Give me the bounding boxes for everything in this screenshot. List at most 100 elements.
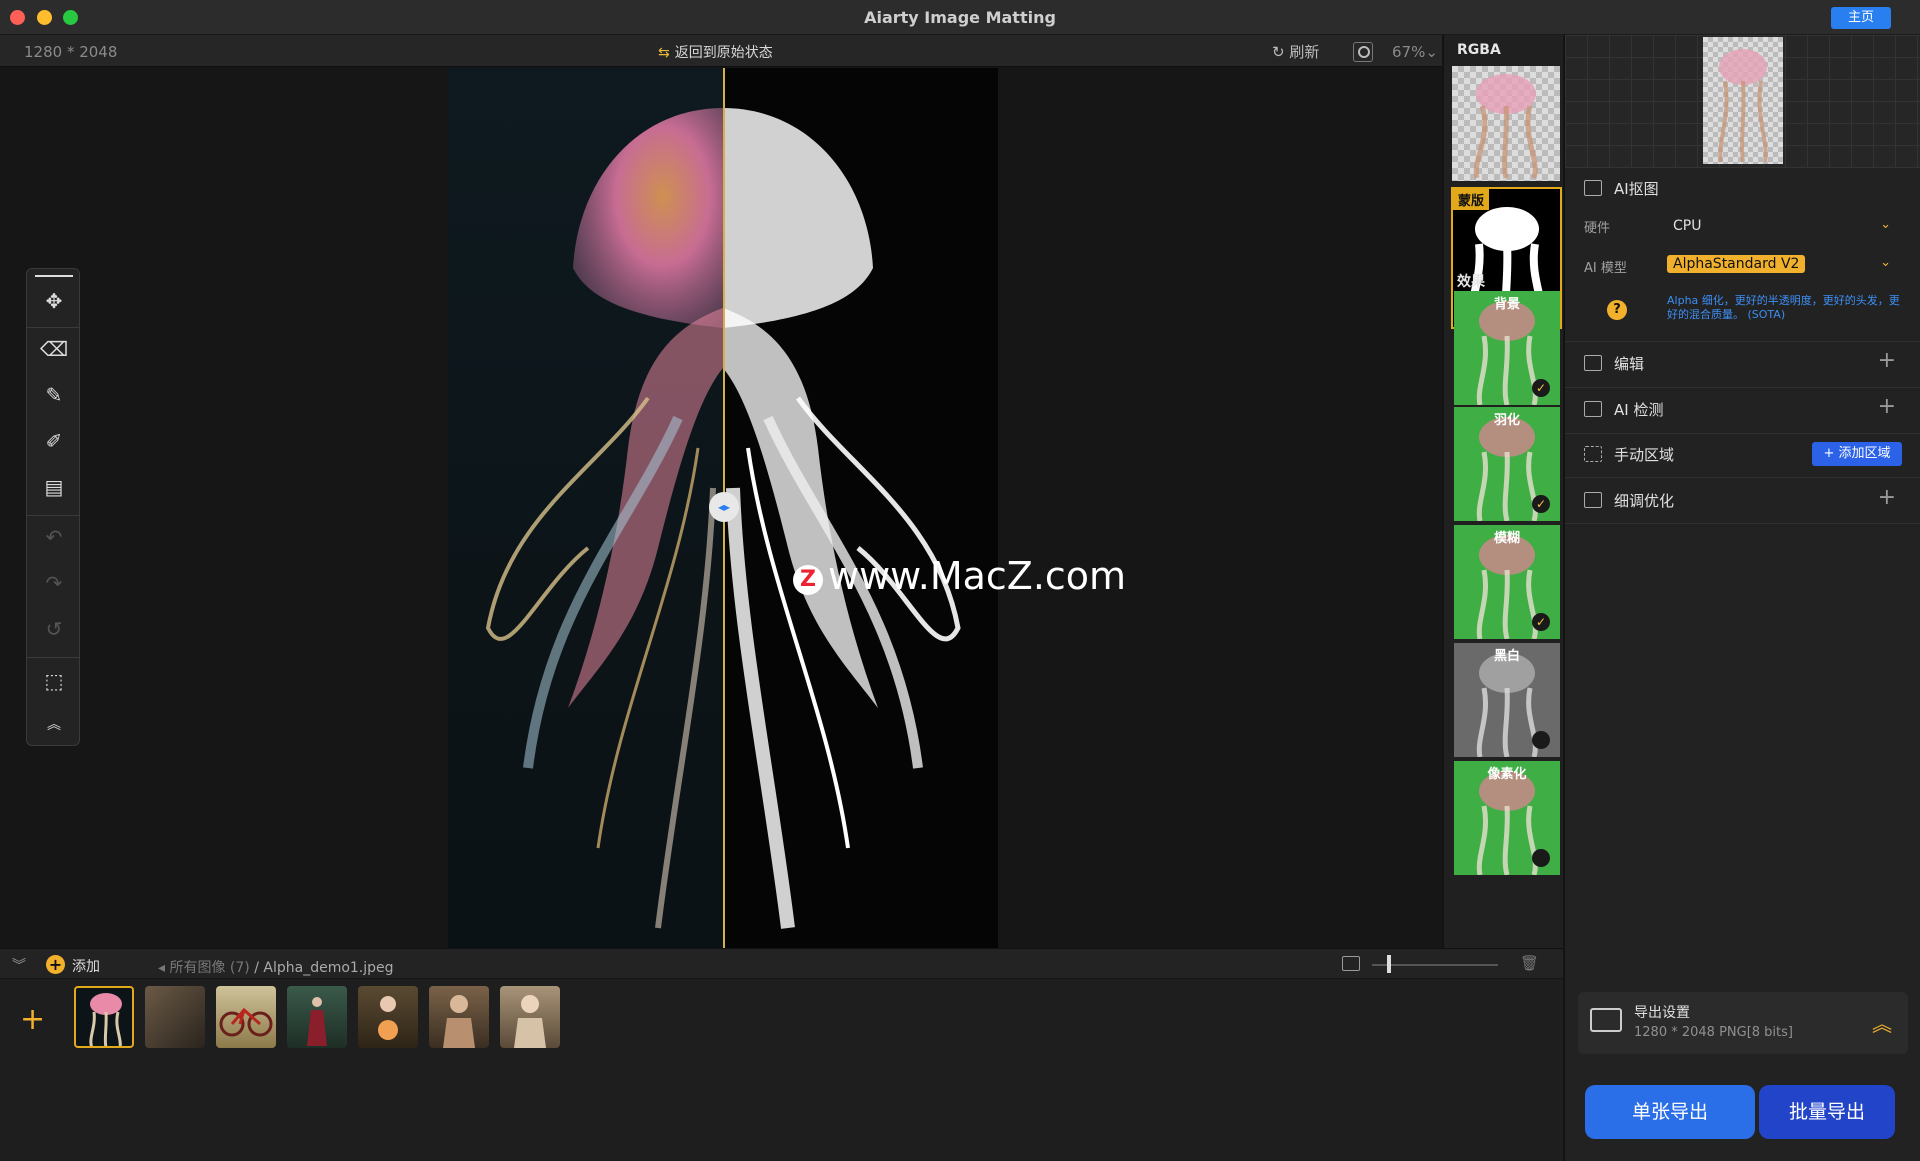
- home-button[interactable]: 主页: [1831, 7, 1891, 29]
- ai-matting-icon: [1584, 180, 1602, 196]
- canvas-toolbar: 1280 * 2048 ⇆ 返回到原始状态 ↻ 刷新 67%⌄: [0, 35, 1442, 67]
- hardware-value: CPU: [1673, 218, 1702, 234]
- add-edit-plus-icon[interactable]: +: [1878, 348, 1896, 373]
- effect-feather[interactable]: 羽化 ✓: [1454, 407, 1560, 521]
- effect-pixelate[interactable]: 像素化: [1454, 761, 1560, 875]
- check-icon: ✓: [1532, 495, 1550, 513]
- add-refine-plus-icon[interactable]: +: [1878, 485, 1896, 510]
- eraser-tool-icon[interactable]: ⌫: [38, 333, 70, 365]
- export-batch-button[interactable]: 批量导出: [1759, 1085, 1895, 1139]
- revert-button[interactable]: ⇆ 返回到原始状态: [658, 42, 773, 62]
- settings-panel: AI抠图 硬件 CPU ⌄ AI 模型 AlphaStandard V2 ⌄ ?…: [1564, 35, 1920, 1161]
- divider: [1565, 477, 1920, 478]
- back-arrow-icon[interactable]: ◂: [158, 960, 169, 976]
- preview-thumbnail: [1703, 37, 1783, 164]
- rgba-label: RGBA: [1457, 42, 1501, 58]
- divider: [27, 327, 79, 328]
- divider: [1565, 341, 1920, 342]
- help-icon[interactable]: ?: [1607, 300, 1627, 320]
- redo-icon[interactable]: ↷: [38, 567, 70, 599]
- title-bar: Aiarty Image Matting 主页: [0, 0, 1920, 35]
- model-label: AI 模型: [1584, 261, 1627, 276]
- export-single-button[interactable]: 单张导出: [1585, 1085, 1755, 1139]
- export-settings[interactable]: 导出设置 1280 * 2048 PNG[8 bits] ︽: [1578, 992, 1908, 1054]
- thumbnail-woman-icon: [307, 997, 327, 1046]
- slider-handle[interactable]: [1387, 955, 1391, 973]
- edit-title: 编辑: [1614, 355, 1645, 373]
- zoom-select[interactable]: 67%⌄: [1392, 43, 1438, 61]
- model-value: AlphaStandard V2: [1667, 255, 1806, 273]
- thumbnail-forest-woman[interactable]: [287, 986, 347, 1048]
- rgba-jellyfish-icon: [1473, 74, 1538, 179]
- image-canvas[interactable]: ◂▸ Z www.MacZ.com ✥ ⌫ ✎ ✐ ▤ ↶ ↷ ↺ ⬚ ︽: [0, 68, 1442, 948]
- refresh-icon: ↻: [1272, 43, 1290, 61]
- paint-roller-tool-icon[interactable]: ▤: [38, 471, 70, 503]
- export-settings-summary: 1280 * 2048 PNG[8 bits]: [1634, 1025, 1793, 1040]
- manual-region-icon: [1584, 446, 1602, 462]
- thumbnail-flower-woman[interactable]: [358, 986, 418, 1048]
- effects-label: 效果: [1457, 274, 1485, 290]
- effect-label: 背景: [1493, 297, 1520, 312]
- model-description: Alpha 细化，更好的半透明度，更好的头发，更好的混合质量。 (SOTA): [1667, 294, 1900, 321]
- toggle-off-icon: [1532, 849, 1550, 867]
- revert-icon: ⇆: [658, 45, 670, 61]
- monitor-gear-icon: [1590, 1008, 1622, 1032]
- brush-tool-icon[interactable]: ✎: [38, 379, 70, 411]
- model-select[interactable]: AlphaStandard V2 ⌄: [1665, 253, 1901, 277]
- effect-background[interactable]: 背景 ✓: [1454, 291, 1560, 405]
- refine-icon: [1584, 492, 1602, 508]
- plus-icon: +: [1823, 446, 1839, 461]
- image-size-icon: [1342, 956, 1360, 971]
- refresh-button[interactable]: ↻ 刷新: [1272, 41, 1319, 62]
- smart-brush-tool-icon[interactable]: ✐: [38, 425, 70, 457]
- chevron-down-icon: ⌄: [1425, 43, 1438, 61]
- selection-tool-icon[interactable]: ⬚: [38, 665, 70, 697]
- divider: [27, 657, 79, 658]
- app-window: Aiarty Image Matting 主页 1280 * 2048 ⇆ 返回到…: [0, 0, 1920, 1161]
- add-button[interactable]: 添加: [72, 956, 100, 976]
- image-list-bar: ︾ + 添加 ◂ 所有图像 (7) / Alpha_demo1.jpeg 🗑: [0, 948, 1563, 978]
- hardware-label: 硬件: [1584, 221, 1611, 236]
- collapse-down-icon[interactable]: ︾: [12, 955, 26, 975]
- breadcrumb-all-images[interactable]: 所有图像 (7): [169, 960, 249, 976]
- effect-blur[interactable]: 模糊 ✓: [1454, 525, 1560, 639]
- move-tool-icon[interactable]: ✥: [38, 285, 70, 317]
- check-icon: ✓: [1532, 613, 1550, 631]
- thumbnail-lace-woman[interactable]: [500, 986, 560, 1048]
- thumbnail-jellyfish-icon: [89, 993, 122, 1046]
- thumbnail-portrait-woman[interactable]: [429, 986, 489, 1048]
- ai-detect-icon: [1584, 401, 1602, 417]
- collapse-up-icon[interactable]: ︽: [38, 709, 70, 741]
- effect-label: 黑白: [1493, 649, 1520, 664]
- hardware-select[interactable]: CPU ⌄: [1665, 215, 1901, 239]
- palette-grip[interactable]: [35, 275, 73, 277]
- watermark-text: www.MacZ.com: [828, 554, 1127, 598]
- ai-detect-title: AI 检测: [1614, 401, 1664, 419]
- chevron-down-icon: ⌄: [1880, 255, 1891, 270]
- ai-matting-title: AI抠图: [1614, 180, 1659, 198]
- add-region-label: 添加区域: [1838, 446, 1891, 461]
- add-image-plus-icon[interactable]: +: [20, 1002, 45, 1037]
- zoom-icon[interactable]: [1353, 42, 1373, 62]
- thumbnail-rocks[interactable]: [145, 986, 205, 1048]
- preview-area: [1565, 35, 1920, 168]
- rgba-thumbnail[interactable]: [1452, 66, 1560, 181]
- chevron-up-icon[interactable]: ︽: [1872, 1008, 1892, 1037]
- add-circle-icon[interactable]: +: [46, 955, 65, 974]
- undo-icon[interactable]: ↶: [38, 521, 70, 553]
- effect-grayscale[interactable]: 黑白: [1454, 643, 1560, 757]
- add-ai-detect-plus-icon[interactable]: +: [1878, 394, 1896, 419]
- reset-icon[interactable]: ↺: [38, 613, 70, 645]
- thumbnail-woman-icon: [443, 995, 475, 1048]
- thumbnail-jellyfish[interactable]: [74, 986, 134, 1048]
- trash-icon[interactable]: 🗑: [1520, 954, 1539, 972]
- compare-handle-icon[interactable]: ◂▸: [709, 492, 739, 522]
- toggle-off-icon: [1532, 731, 1550, 749]
- layer-column: RGBA 蒙版 效果 背景 ✓ 羽化 ✓ 模糊 ✓ 黑白 像素化: [1443, 35, 1563, 948]
- mask-label: 蒙版: [1453, 189, 1490, 210]
- add-region-button[interactable]: + 添加区域: [1812, 442, 1902, 466]
- thumbnail-bicycle[interactable]: [216, 986, 276, 1048]
- breadcrumb-file: / Alpha_demo1.jpeg: [254, 960, 394, 976]
- check-icon: ✓: [1532, 379, 1550, 397]
- zoom-value: 67%: [1392, 43, 1426, 61]
